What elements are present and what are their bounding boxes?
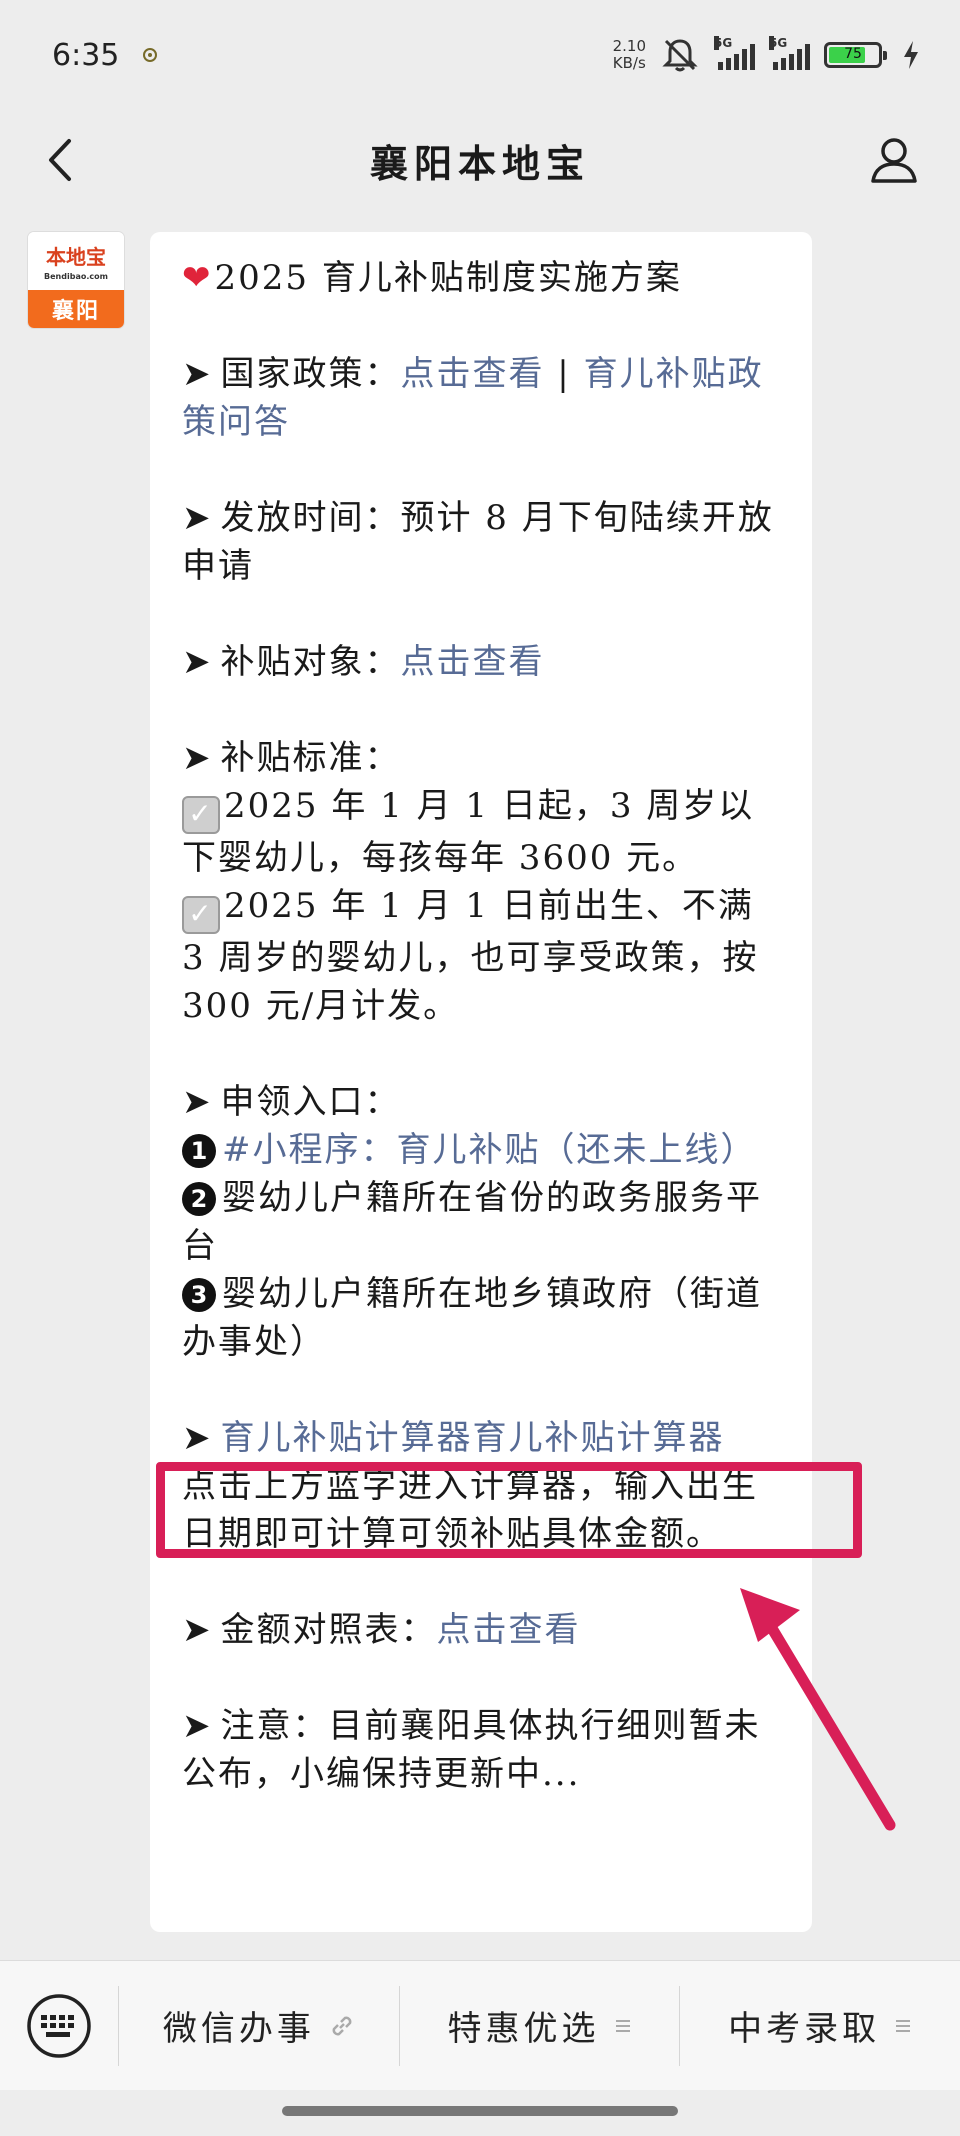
- annotation-arrow-icon: [740, 1588, 896, 1831]
- profile-button[interactable]: [862, 128, 926, 192]
- link-icon: [332, 2016, 352, 2035]
- avatar-domain: Bendibao.com: [44, 272, 108, 281]
- menu-lines-icon: [896, 2019, 911, 2032]
- arrow-bullet-icon: ➤: [182, 1610, 213, 1650]
- number-three-icon: 3: [182, 1278, 216, 1312]
- standard-section: ➤ 补贴标准： ✓ 2025 年 1 月 1 日起，3 周岁以下婴幼儿，每孩每年 3…: [182, 738, 759, 1026]
- signal-sim1-icon: 5G: [714, 36, 755, 70]
- menu-item-special-deals[interactable]: 特惠优选: [398, 1985, 680, 2066]
- menu-item-wechat-service[interactable]: 微信办事: [118, 1985, 399, 2066]
- checkbox-icon: ✓: [182, 896, 220, 934]
- arrow-bullet-icon: ➤: [182, 738, 213, 778]
- target-link[interactable]: 点击查看: [401, 642, 545, 682]
- nav-bar: 襄阳本地宝: [0, 110, 960, 210]
- calculator-link[interactable]: 育儿补贴计算器育儿补贴计算器: [221, 1418, 725, 1458]
- page-title: 襄阳本地宝: [369, 140, 590, 186]
- net-speed: 2.10 KB/s: [612, 37, 646, 72]
- battery-icon: 75: [824, 42, 887, 68]
- charging-icon: [904, 41, 918, 69]
- keyboard-icon: [27, 1993, 91, 2058]
- menu-lines-icon: [615, 2019, 630, 2032]
- annotation-highlight-box: [156, 1462, 862, 1558]
- message-title: ❤2025 育儿补贴制度实施方案: [182, 258, 682, 298]
- menu-item-exam-admission[interactable]: 中考录取: [679, 1985, 960, 2066]
- app-notification-icon: [143, 48, 158, 62]
- notice-section: ➤ 注意：目前襄阳具体执行细则暂未公布，小编保持更新中...: [182, 1706, 761, 1794]
- amount-table-link[interactable]: 点击查看: [437, 1610, 581, 1650]
- avatar-brand: 本地宝: [46, 245, 106, 269]
- amount-table-section: ➤ 金额对照表：点击查看: [182, 1610, 581, 1650]
- arrow-bullet-icon: ➤: [182, 1418, 213, 1458]
- keyboard-toggle-button[interactable]: [0, 1961, 118, 2091]
- heart-icon: ❤: [182, 258, 213, 298]
- mini-program-link[interactable]: #小程序：育儿补贴（还未上线）: [222, 1130, 757, 1170]
- home-indicator[interactable]: [282, 2106, 678, 2116]
- release-time-section: ➤ 发放时间：预计 8 月下旬陆续开放申请: [182, 498, 774, 586]
- user-icon: [871, 138, 917, 183]
- number-two-icon: 2: [182, 1182, 216, 1216]
- number-one-icon: 1: [182, 1134, 216, 1168]
- arrow-bullet-icon: ➤: [182, 498, 213, 538]
- status-time: 6:35: [52, 37, 120, 73]
- national-policy-link[interactable]: 点击查看: [401, 354, 545, 394]
- signal-sim2-icon: 5G: [769, 36, 810, 70]
- status-bar: 6:35 2.10 KB/s 5G 5G 75: [0, 0, 960, 110]
- chevron-left-icon: [49, 139, 71, 181]
- target-section: ➤ 补贴对象：点击查看: [182, 642, 545, 682]
- arrow-bullet-icon: ➤: [182, 642, 213, 682]
- arrow-bullet-icon: ➤: [182, 1706, 213, 1746]
- arrow-bullet-icon: ➤: [182, 1082, 213, 1122]
- back-button[interactable]: [30, 130, 90, 190]
- bottom-menu: 微信办事 特惠优选 中考录取: [0, 1960, 960, 2090]
- message-bubble: ❤2025 育儿补贴制度实施方案 ➤ 国家政策：点击查看 | 育儿补贴政策问答 ➤…: [150, 232, 812, 1932]
- entry-section: ➤ 申领入口： 1 #小程序：育儿补贴（还未上线） 2 婴幼儿户籍所在省份的政务服务平…: [182, 1082, 762, 1362]
- national-policy-section: ➤ 国家政策：点击查看 | 育儿补贴政策问答: [182, 354, 764, 442]
- bell-muted-icon: [662, 39, 698, 72]
- arrow-bullet-icon: ➤: [182, 354, 213, 394]
- checkbox-icon: ✓: [182, 796, 220, 834]
- avatar-city: 襄阳: [28, 290, 124, 328]
- avatar[interactable]: 本地宝 Bendibao.com 襄阳: [28, 232, 124, 328]
